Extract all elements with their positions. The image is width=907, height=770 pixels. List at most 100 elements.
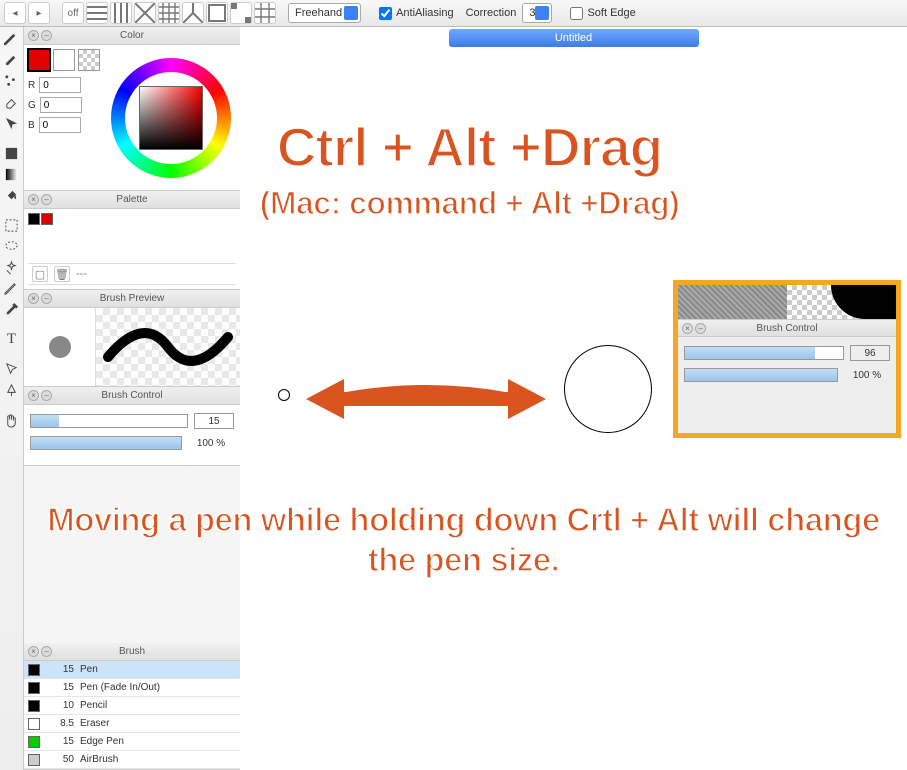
select-rect-icon[interactable] [2, 215, 22, 235]
top-toolbar: ◂ ▸ off Freehand AntiAliasing Correction… [0, 0, 907, 27]
nav-fwd-icon[interactable]: ▸ [28, 2, 50, 24]
brush-row[interactable]: 8.5 Eraser [24, 715, 240, 733]
close-icon[interactable]: × [28, 390, 39, 401]
pattern-4-icon[interactable] [158, 2, 180, 24]
brush-row[interactable]: 15 Edge Pen [24, 733, 240, 751]
brush-control-panel: × – Brush Control 15 100 % [24, 387, 240, 466]
pattern-2-icon[interactable] [110, 2, 132, 24]
r-input[interactable] [39, 77, 81, 93]
pointer-tool-icon[interactable] [2, 359, 22, 379]
collapse-icon[interactable]: – [41, 293, 52, 304]
size-demo [270, 355, 670, 475]
pattern-1-icon[interactable] [86, 2, 108, 24]
pattern-7-icon[interactable] [230, 2, 252, 24]
brush-color-swatch [28, 682, 40, 694]
brush-stroke-preview [96, 308, 240, 386]
nav-back-icon[interactable]: ◂ [4, 2, 26, 24]
pattern-5-icon[interactable] [182, 2, 204, 24]
brush-list-panel: × – Brush 15 Pen 15 Pen (Fade In/Out) 10… [24, 643, 240, 770]
collapse-icon[interactable]: – [695, 323, 706, 334]
tool-strip: T [0, 27, 24, 770]
off-toggle[interactable]: off [62, 2, 84, 24]
inset-size-slider[interactable] [684, 346, 844, 360]
text-tool-icon[interactable]: T [2, 329, 22, 349]
size-value[interactable]: 15 [194, 413, 234, 429]
pen-tool-icon[interactable] [2, 29, 22, 49]
wand-tool-icon[interactable] [2, 257, 22, 277]
brush-tool-icon[interactable] [2, 50, 22, 70]
color-panel-header: × – Color [24, 27, 240, 45]
preview-header: × – Brush Preview [24, 290, 240, 308]
inset-opacity-value: 100 % [844, 367, 890, 383]
transparent-swatch[interactable] [78, 49, 100, 71]
close-icon[interactable]: × [28, 30, 39, 41]
correction-value: 3 [529, 7, 535, 19]
brush-name: Pencil [80, 700, 107, 711]
dots-tool-icon[interactable] [2, 71, 22, 91]
brush-name: Pen (Fade In/Out) [80, 682, 160, 693]
brush-preview-panel: × – Brush Preview [24, 290, 240, 387]
brush-row[interactable]: 50 AirBrush [24, 751, 240, 769]
pencil-tool-icon[interactable] [2, 278, 22, 298]
bucket-tool-icon[interactable] [2, 185, 22, 205]
grid-icon[interactable] [254, 2, 276, 24]
brush-row[interactable]: 15 Pen (Fade In/Out) [24, 679, 240, 697]
eraser-tool-icon[interactable] [2, 92, 22, 112]
large-brush-circle [564, 345, 652, 433]
close-icon[interactable]: × [28, 293, 39, 304]
g-label: G [28, 100, 36, 111]
eyedropper-icon[interactable] [2, 299, 22, 319]
opacity-slider[interactable] [30, 436, 182, 450]
close-icon[interactable]: × [28, 646, 39, 657]
pattern-6-icon[interactable] [206, 2, 228, 24]
control-header: × – Brush Control [24, 387, 240, 405]
collapse-icon[interactable]: – [41, 646, 52, 657]
collapse-icon[interactable]: – [41, 390, 52, 401]
brush-name: Eraser [80, 718, 109, 729]
inset-texture-a [678, 285, 787, 319]
mode-dropdown[interactable]: Freehand [288, 3, 361, 23]
primary-swatch[interactable] [28, 49, 50, 71]
double-arrow-icon [306, 373, 546, 425]
inset-size-value[interactable]: 96 [850, 345, 890, 361]
color-title: Color [120, 30, 144, 41]
brush-color-swatch [28, 754, 40, 766]
brush-row[interactable]: 10 Pencil [24, 697, 240, 715]
brush-row[interactable]: 15 Pen [24, 661, 240, 679]
brush-list-header: × – Brush [24, 643, 240, 661]
palette-trash-icon[interactable]: 🗑 [54, 266, 70, 282]
hand-tool-icon[interactable] [2, 410, 22, 430]
brush-size: 15 [46, 682, 74, 693]
inset-opacity-slider[interactable] [684, 368, 838, 382]
lasso-tool-icon[interactable] [2, 236, 22, 256]
secondary-swatch[interactable] [53, 49, 75, 71]
collapse-icon[interactable]: – [41, 30, 52, 41]
softedge-check[interactable]: Soft Edge [570, 7, 635, 20]
fill-tool-icon[interactable] [2, 143, 22, 163]
pen-path-icon[interactable] [2, 380, 22, 400]
gradient-tool-icon[interactable] [2, 164, 22, 184]
close-icon[interactable]: × [28, 194, 39, 205]
inset-title: Brush Control [756, 323, 817, 334]
antialiasing-label: AntiAliasing [396, 7, 453, 19]
mode-label: Freehand [295, 7, 342, 19]
close-icon[interactable]: × [682, 323, 693, 334]
brush-dot-preview [49, 336, 71, 358]
antialiasing-checkbox[interactable] [379, 7, 392, 20]
brush-name: Pen [80, 664, 98, 675]
softedge-checkbox[interactable] [570, 7, 583, 20]
size-slider[interactable] [30, 414, 188, 428]
b-label: B [28, 120, 35, 131]
palette-swatch[interactable] [28, 213, 40, 225]
brush-color-swatch [28, 664, 40, 676]
control-title: Brush Control [101, 390, 162, 401]
document-tab[interactable]: Untitled [449, 29, 699, 47]
brush-size: 10 [46, 700, 74, 711]
g-input[interactable] [40, 97, 82, 113]
opacity-value: 100 % [188, 435, 234, 451]
correction-dropdown[interactable]: 3 [522, 3, 552, 23]
pattern-3-icon[interactable] [134, 2, 156, 24]
move-tool-icon[interactable] [2, 113, 22, 133]
palette-open-icon[interactable]: ▢ [32, 266, 48, 282]
antialiasing-check[interactable]: AntiAliasing [379, 7, 453, 20]
